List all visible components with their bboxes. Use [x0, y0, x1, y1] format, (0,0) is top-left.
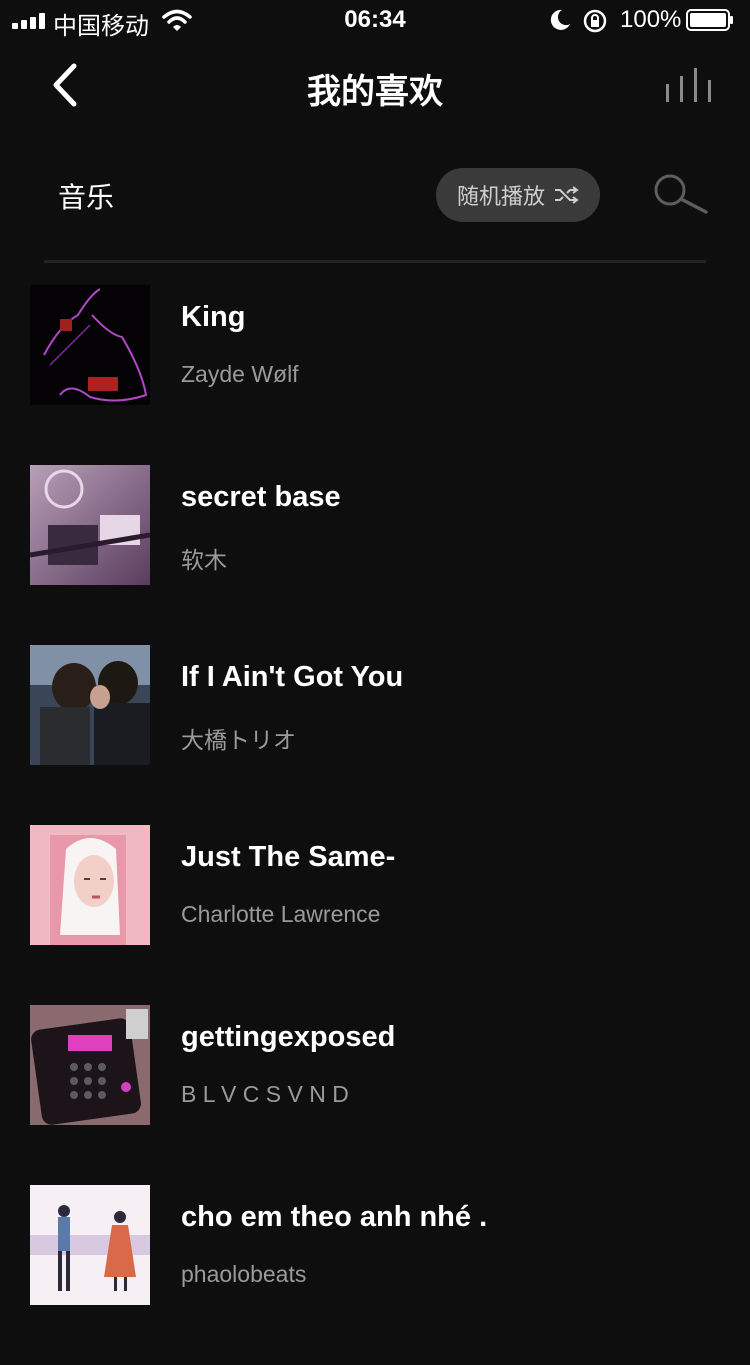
album-cover [30, 645, 150, 765]
shuffle-play-label: 随机播放 [456, 184, 545, 209]
status-bar: 中国移动 06:34 100% [0, 0, 750, 40]
search-icon[interactable] [650, 172, 710, 218]
song-artist: phaolobeats [181, 1261, 307, 1287]
song-row[interactable]: King Zayde Wølf [0, 285, 750, 465]
song-row[interactable]: secret base 软木 [0, 465, 750, 645]
moon-icon [550, 9, 570, 30]
shuffle-icon [555, 186, 579, 204]
now-playing-bars-icon[interactable] [664, 68, 716, 102]
song-artist: Zayde Wølf [181, 361, 299, 387]
song-artist: B L V C S V N D [181, 1081, 349, 1107]
back-chevron-icon[interactable] [48, 62, 84, 108]
song-title: gettingexposed [181, 1021, 396, 1053]
album-cover [30, 285, 150, 405]
song-row[interactable]: gettingexposed B L V C S V N D [0, 1005, 750, 1185]
page-title: 我的喜欢 [307, 73, 443, 111]
album-cover [30, 465, 150, 585]
song-title: cho em theo anh nhé . [181, 1201, 488, 1233]
song-row[interactable]: Just The Same- Charlotte Lawrence [0, 825, 750, 1005]
song-artist: Charlotte Lawrence [181, 901, 381, 927]
shuffle-play-button[interactable]: 随机播放 [436, 168, 600, 222]
battery-icon [686, 9, 733, 31]
album-cover [30, 1185, 150, 1305]
song-title: King [181, 301, 246, 333]
rotation-lock-icon [583, 9, 607, 33]
song-artist: 大橋トリオ [181, 727, 296, 753]
navigation-bar: 我的喜欢 [0, 50, 750, 120]
divider [44, 260, 706, 263]
song-title: secret base [181, 481, 341, 513]
song-row[interactable]: If I Ain't Got You 大橋トリオ [0, 645, 750, 825]
section-title-music: 音乐 [58, 182, 115, 213]
battery-percentage: 100% [620, 6, 682, 33]
song-title: Just The Same- [181, 841, 396, 873]
song-row[interactable]: cho em theo anh nhé . phaolobeats [0, 1185, 750, 1365]
album-cover [30, 1005, 150, 1125]
song-title: If I Ain't Got You [181, 661, 404, 693]
album-cover [30, 825, 150, 945]
song-artist: 软木 [181, 547, 227, 573]
